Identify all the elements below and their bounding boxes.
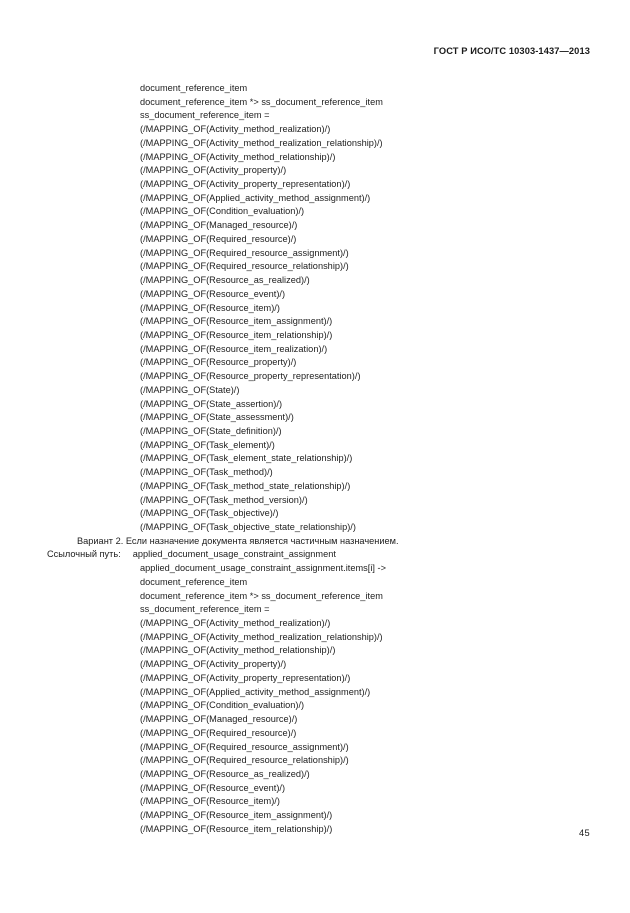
document-line: (/MAPPING_OF(Condition_evaluation)/)	[140, 700, 305, 711]
document-line: (/MAPPING_OF(State_assertion)/)	[140, 398, 283, 409]
document-line: (/MAPPING_OF(Resource_item)/)	[140, 302, 280, 313]
document-line: (/MAPPING_OF(State_assessment)/)	[140, 412, 294, 423]
document-line: (/MAPPING_OF(Required_resource)/)	[140, 233, 297, 244]
document-line: (/MAPPING_OF(Resource_property)/)	[140, 357, 297, 368]
document-line: (/MAPPING_OF(Activity_method_realization…	[140, 618, 331, 629]
document-line: (/MAPPING_OF(Required_resource_relations…	[140, 755, 349, 766]
document-line: (/MAPPING_OF(Task_method)/)	[140, 467, 273, 478]
document-line: (/MAPPING_OF(Managed_resource)/)	[140, 714, 298, 725]
document-line: (/MAPPING_OF(Activity_method_relationshi…	[140, 151, 336, 162]
running-head: ГОСТ Р ИСО/ТС 10303-1437—2013	[433, 46, 590, 56]
document-line: (/MAPPING_OF(Resource_property_represent…	[140, 371, 361, 382]
document-line: (/MAPPING_OF(Required_resource_assignmen…	[140, 247, 349, 258]
document-line: (/MAPPING_OF(Activity_method_realization…	[140, 631, 383, 642]
document-line: (/MAPPING_OF(Resource_item_assignment)/)	[140, 810, 333, 821]
document-line: applied_document_usage_constraint_assign…	[140, 563, 387, 574]
document-line: (/MAPPING_OF(Resource_item_relationship)…	[140, 329, 333, 340]
document-line: (/MAPPING_OF(Activity_method_realization…	[140, 137, 383, 148]
document-page: ГОСТ Р ИСО/ТС 10303-1437—2013 document_r…	[0, 0, 630, 913]
document-line: document_reference_item *> ss_document_r…	[140, 96, 383, 107]
document-line: (/MAPPING_OF(Task_element_state_relation…	[140, 453, 353, 464]
document-line: (/MAPPING_OF(Task_element)/)	[140, 439, 275, 450]
page-number: 45	[579, 828, 590, 838]
document-body: document_reference_item document_referenc…	[0, 82, 630, 837]
document-line: (/MAPPING_OF(Required_resource)/)	[140, 727, 297, 738]
reference-path-line: Ссылочный путь: applied_document_usage_co…	[0, 548, 630, 562]
document-line: (/MAPPING_OF(Required_resource_assignmen…	[140, 741, 349, 752]
document-line: (/MAPPING_OF(Activity_method_realization…	[140, 124, 331, 135]
document-line: document_reference_item	[140, 83, 248, 93]
document-line: (/MAPPING_OF(Activity_property)/)	[140, 165, 287, 176]
document-line: (/MAPPING_OF(Required_resource_relations…	[140, 261, 349, 272]
document-line: ss_document_reference_item =	[140, 110, 270, 121]
document-line: (/MAPPING_OF(Activity_property_represent…	[140, 672, 351, 683]
document-line: (/MAPPING_OF(State)/)	[140, 384, 240, 395]
document-line: (/MAPPING_OF(Activity_property_represent…	[140, 179, 351, 190]
document-line: (/MAPPING_OF(Managed_resource)/)	[140, 220, 298, 231]
document-line: (/MAPPING_OF(Resource_as_realized)/)	[140, 768, 310, 779]
document-line: (/MAPPING_OF(Applied_activity_method_ass…	[140, 686, 371, 697]
document-line: ss_document_reference_item =	[140, 604, 270, 615]
document-line: (/MAPPING_OF(Resource_item_relationship)…	[140, 823, 333, 834]
document-line: (/MAPPING_OF(Activity_property)/)	[140, 659, 287, 670]
reference-path-value: applied_document_usage_constraint_assign…	[132, 549, 336, 560]
document-line: (/MAPPING_OF(Resource_item_assignment)/)	[140, 316, 333, 327]
document-line: document_reference_item *> ss_document_r…	[140, 590, 383, 601]
document-line: (/MAPPING_OF(Applied_activity_method_ass…	[140, 192, 371, 203]
document-line: (/MAPPING_OF(Task_objective_state_relati…	[140, 522, 356, 532]
document-line: (/MAPPING_OF(Resource_item)/)	[140, 796, 280, 807]
document-line: (/MAPPING_OF(Activity_method_relationshi…	[140, 645, 336, 656]
document-line: (/MAPPING_OF(Resource_as_realized)/)	[140, 275, 310, 286]
document-line: (/MAPPING_OF(Condition_evaluation)/)	[140, 206, 305, 217]
document-line: (/MAPPING_OF(Resource_item_realization)/…	[140, 343, 328, 354]
document-line: document_reference_item	[140, 576, 248, 587]
document-line: (/MAPPING_OF(Task_objective)/)	[140, 508, 279, 519]
document-line: (/MAPPING_OF(Resource_event)/)	[140, 288, 286, 299]
document-line: (/MAPPING_OF(Task_method_version)/)	[140, 494, 308, 505]
document-line: (/MAPPING_OF(Task_method_state_relations…	[140, 480, 351, 491]
reference-path-label: Ссылочный путь:	[47, 549, 121, 560]
document-line: (/MAPPING_OF(State_definition)/)	[140, 425, 282, 436]
document-line: Вариант 2. Если назначение документа явл…	[77, 535, 399, 546]
document-line: (/MAPPING_OF(Resource_event)/)	[140, 782, 286, 793]
